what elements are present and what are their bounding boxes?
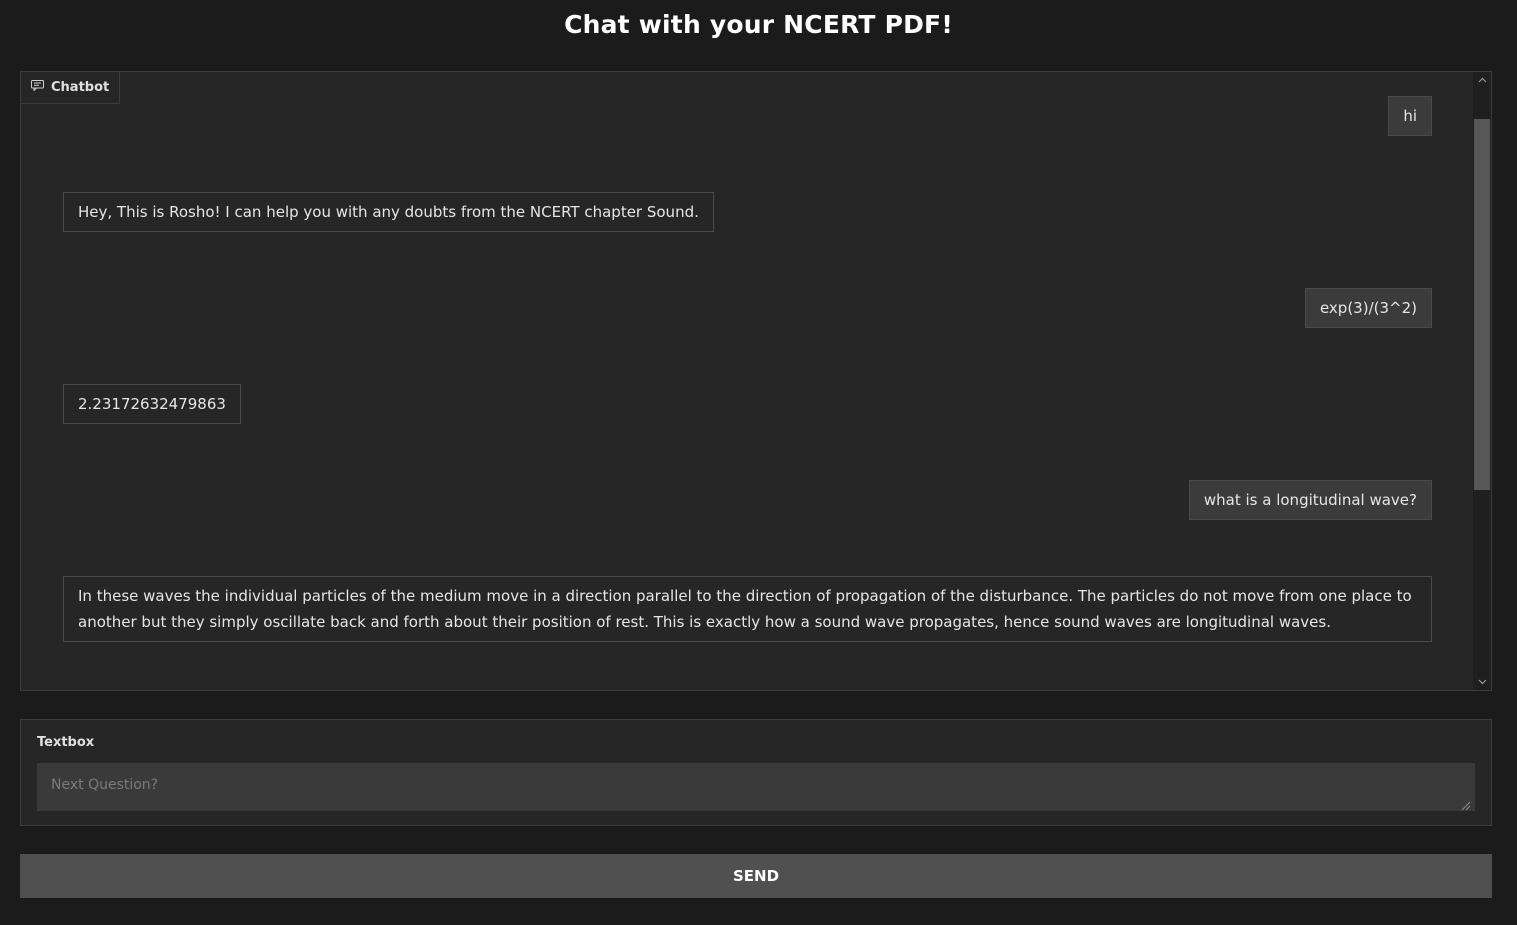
send-button[interactable]: SEND xyxy=(20,854,1492,898)
scroll-down-icon[interactable] xyxy=(1473,674,1491,690)
chatbot-label: Chatbot xyxy=(21,72,121,104)
scroll-up-icon[interactable] xyxy=(1473,72,1491,88)
chatbot-label-text: Chatbot xyxy=(51,80,110,95)
app-page: Chat with your NCERT PDF! Chatbot hi Hey… xyxy=(0,0,1517,925)
question-input[interactable] xyxy=(37,763,1475,811)
user-message: what is a longitudinal wave? xyxy=(1188,480,1432,520)
bot-message: 2.23172632479863 xyxy=(63,384,241,424)
textbox-panel: Textbox xyxy=(20,719,1492,826)
chat-message-list[interactable]: hi Hey, This is Rosho! I can help you wi… xyxy=(21,72,1473,690)
scrollbar-thumb[interactable] xyxy=(1474,119,1490,490)
user-message: hi xyxy=(1388,96,1432,136)
chat-bubble-icon xyxy=(31,80,44,95)
user-message: exp(3)/(3^2) xyxy=(1304,288,1432,328)
textbox-label: Textbox xyxy=(37,735,95,750)
bot-message: Hey, This is Rosho! I can help you with … xyxy=(63,192,714,232)
resize-handle-icon[interactable] xyxy=(1459,796,1471,811)
chatbot-panel: Chatbot hi Hey, This is Rosho! I can hel… xyxy=(20,71,1492,691)
chat-scrollbar[interactable] xyxy=(1473,72,1491,690)
page-title: Chat with your NCERT PDF! xyxy=(564,10,953,39)
bot-message: In these waves the individual particles … xyxy=(63,576,1432,642)
